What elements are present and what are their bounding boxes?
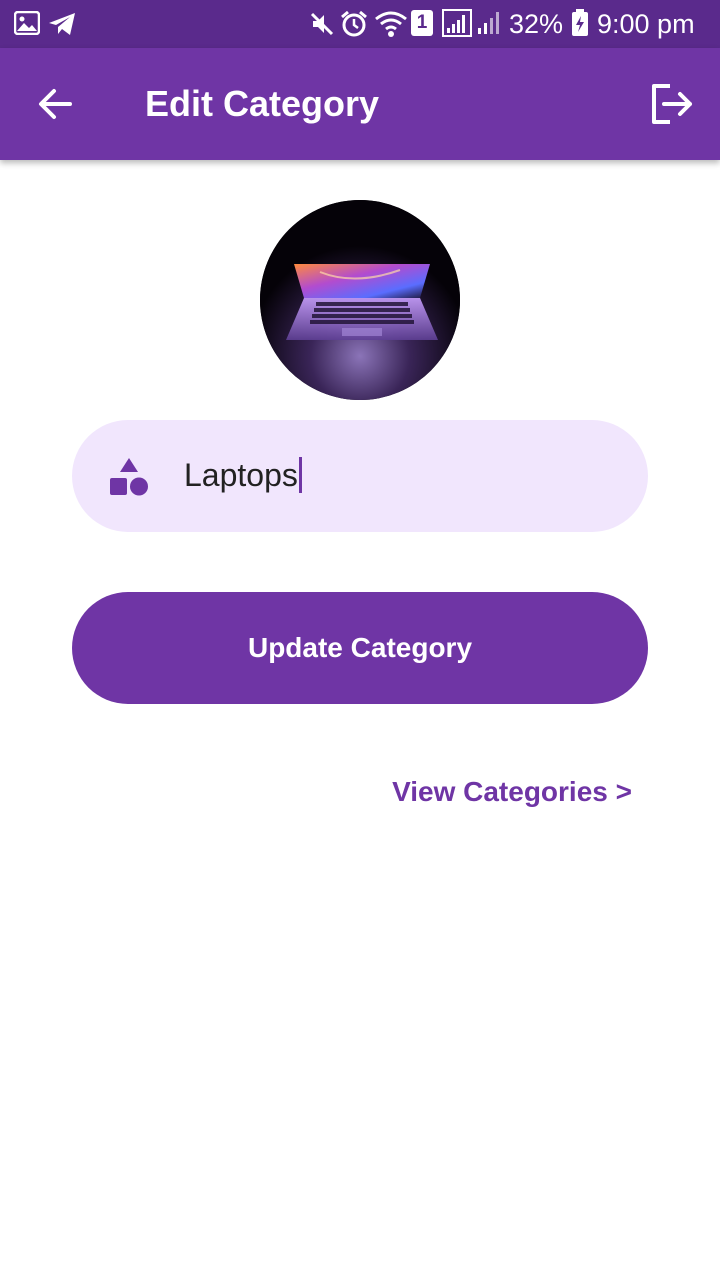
logout-button[interactable]	[644, 76, 700, 132]
category-image[interactable]	[260, 200, 460, 400]
mute-icon	[310, 12, 334, 36]
view-categories-link[interactable]: View Categories >	[392, 774, 632, 810]
page-title: Edit Category	[145, 83, 380, 124]
arrow-left-icon	[39, 89, 72, 119]
text-cursor	[298, 456, 302, 493]
signal-icon	[442, 9, 472, 37]
telegram-icon	[49, 13, 75, 35]
logout-icon	[652, 84, 692, 124]
battery-percent: 32%	[509, 9, 564, 39]
signal-weak-icon	[478, 12, 499, 34]
category-name-input[interactable]: Laptops	[184, 454, 302, 496]
image-icon	[14, 11, 40, 35]
update-category-button[interactable]: Update Category	[72, 592, 648, 704]
laptop-photo	[260, 200, 460, 400]
wifi-icon	[375, 11, 407, 37]
alarm-icon	[341, 10, 367, 37]
clock: 9:00 pm	[597, 9, 695, 39]
back-button[interactable]	[28, 76, 84, 132]
sim-icon: 1	[411, 10, 433, 36]
category-name-value: Laptops	[184, 457, 298, 493]
battery-charging-icon	[572, 9, 588, 36]
app-bar: Edit Category	[0, 48, 720, 160]
status-bar: 1 32% 9:00 pm	[0, 0, 720, 48]
category-icon	[110, 458, 148, 496]
category-name-field[interactable]: Laptops	[72, 420, 648, 532]
